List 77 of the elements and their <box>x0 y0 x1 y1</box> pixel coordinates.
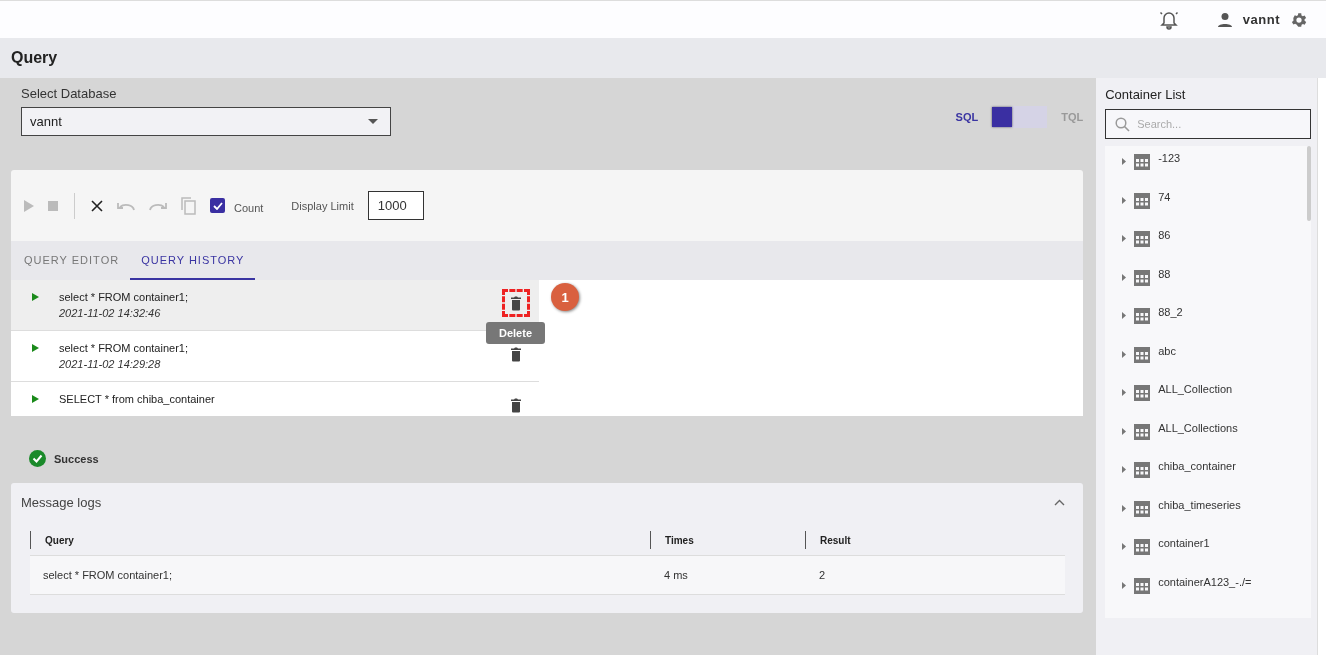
database-select[interactable]: vannt <box>21 107 391 136</box>
table-icon <box>1134 154 1151 170</box>
user-icon <box>1216 11 1233 28</box>
container-name[interactable]: 88 <box>1158 267 1171 280</box>
expand-caret-icon[interactable] <box>1122 350 1127 358</box>
display-limit-label: Display Limit <box>291 199 354 212</box>
page-title: Query <box>11 49 58 67</box>
delete-tooltip: Delete <box>486 322 546 344</box>
expand-caret-icon[interactable] <box>1122 196 1127 204</box>
sql-option[interactable]: SQL <box>955 111 979 123</box>
settings-icon[interactable] <box>1290 10 1308 29</box>
table-icon <box>1134 500 1151 517</box>
expand-caret-icon[interactable] <box>1122 543 1127 550</box>
table-icon <box>1134 423 1151 440</box>
annotation-badge: 1 <box>551 283 579 311</box>
display-limit-field[interactable]: 1000 <box>367 191 424 220</box>
container-name[interactable]: -123 <box>1158 152 1181 164</box>
delete-icon[interactable] <box>502 289 530 317</box>
expand-caret-icon[interactable] <box>1122 466 1127 473</box>
success-check-icon <box>29 450 46 467</box>
expand-caret-icon[interactable] <box>1122 312 1127 319</box>
history-time: 2021-11-02 14:32:46 <box>59 307 162 319</box>
table-icon <box>1134 577 1151 594</box>
expand-caret-icon[interactable] <box>1122 427 1127 435</box>
container-name[interactable]: container1 <box>1158 537 1210 549</box>
table-icon <box>1134 231 1151 247</box>
run-icon[interactable] <box>32 344 39 352</box>
table-icon <box>1134 192 1151 209</box>
table-cell: select * FROM container1; <box>43 569 172 581</box>
container-name[interactable]: 86 <box>1158 229 1171 241</box>
container-name[interactable]: 88_2 <box>1158 306 1183 318</box>
collapse-chevron-icon[interactable] <box>1054 498 1066 506</box>
table-icon <box>1134 269 1151 286</box>
language-switch[interactable] <box>992 106 1048 128</box>
history-row[interactable]: SELECT * from chiba_container <box>11 382 539 416</box>
table-cell: 4 ms <box>664 569 688 581</box>
column-header: Query <box>45 534 74 546</box>
expand-caret-icon[interactable] <box>1122 158 1127 165</box>
user-name[interactable]: vannt <box>1242 12 1280 27</box>
table-icon <box>1134 308 1151 324</box>
expand-caret-icon[interactable] <box>1122 504 1127 512</box>
history-query: SELECT * from chiba_container <box>59 393 215 405</box>
expand-caret-icon[interactable] <box>1122 389 1127 396</box>
container-name[interactable]: chiba_timeseries <box>1158 498 1241 511</box>
container-name[interactable]: 74 <box>1158 190 1171 203</box>
container-name[interactable]: abc <box>1158 344 1176 357</box>
container-name[interactable]: chiba_container <box>1158 460 1236 472</box>
column-header: Result <box>820 534 851 546</box>
notification-bell-icon[interactable] <box>1158 9 1179 30</box>
container-name[interactable]: ALL_Collections <box>1158 421 1238 434</box>
expand-caret-icon[interactable] <box>1122 273 1127 281</box>
table-icon <box>1134 539 1151 555</box>
search-field[interactable]: Search... <box>1105 109 1311 139</box>
column-header: Times <box>665 534 694 546</box>
container-name[interactable]: ALL_Collection <box>1158 383 1233 395</box>
run-icon[interactable] <box>32 395 39 403</box>
table-icon <box>1134 346 1151 363</box>
message-logs-title: Message logs <box>21 494 102 510</box>
history-query: select * FROM container1; <box>59 291 188 303</box>
run-icon[interactable] <box>32 293 39 301</box>
container-name[interactable]: containerA123_-./= <box>1158 575 1252 588</box>
expand-caret-icon[interactable] <box>1122 235 1127 242</box>
expand-caret-icon[interactable] <box>1122 581 1127 589</box>
history-time: 2021-11-02 14:29:28 <box>59 358 162 370</box>
table-icon <box>1134 462 1151 478</box>
history-query: select * FROM container1; <box>59 342 188 354</box>
select-database-label: Select Database <box>21 86 118 101</box>
table-cell: 2 <box>819 569 826 581</box>
table-icon <box>1134 385 1151 401</box>
tab[interactable]: QUERY EDITOR <box>13 241 131 280</box>
close-icon[interactable] <box>91 199 103 212</box>
count-label: Count <box>234 201 264 214</box>
status-text: Success <box>54 452 99 465</box>
dropdown-caret-icon <box>368 119 378 124</box>
count-checkbox[interactable] <box>210 198 225 213</box>
switch-thumb[interactable] <box>992 107 1013 127</box>
container-list-title: Container List <box>1105 87 1187 102</box>
